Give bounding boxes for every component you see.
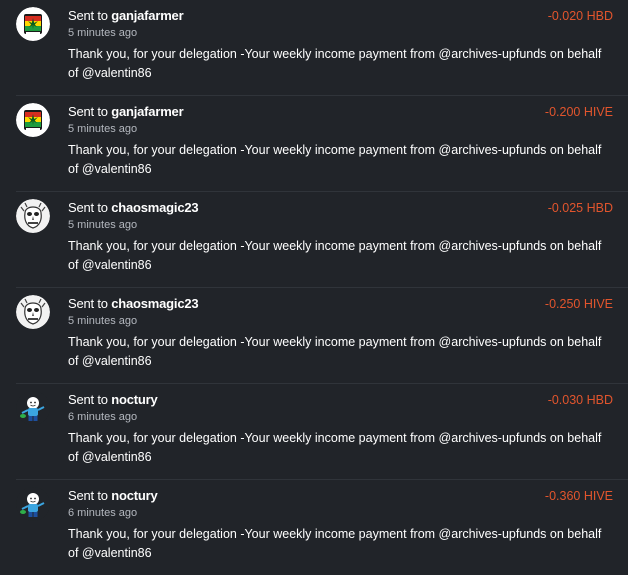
ganjafarmer-avatar[interactable] xyxy=(16,7,50,41)
recipient-link[interactable]: ganjafarmer xyxy=(111,104,183,119)
transaction-time: 6 minutes ago xyxy=(68,411,138,423)
recipient-link[interactable]: noctury xyxy=(111,488,157,503)
recipient-link[interactable]: chaosmagic23 xyxy=(111,296,198,311)
transaction-prefix: Sent to xyxy=(68,488,108,503)
transaction-amount: -0.200 HIVE xyxy=(544,105,613,119)
transaction-memo: Thank you, for your delegation -Your wee… xyxy=(68,527,602,560)
transaction-prefix: Sent to xyxy=(68,8,108,23)
transaction-title: Sent to ganjafarmer xyxy=(68,104,184,119)
noctury-avatar[interactable] xyxy=(16,391,50,425)
transaction-prefix: Sent to xyxy=(68,200,108,215)
transaction-list: Sent to ganjafarmer 5 minutes ago -0.020… xyxy=(0,0,628,575)
transaction-prefix: Sent to xyxy=(68,296,108,311)
recipient-link[interactable]: ganjafarmer xyxy=(111,8,183,23)
transaction-memo: Thank you, for your delegation -Your wee… xyxy=(68,431,602,464)
transaction-memo: Thank you, for your delegation -Your wee… xyxy=(68,47,602,80)
transaction-title: Sent to ganjafarmer xyxy=(68,8,184,23)
chaosmagic23-avatar[interactable] xyxy=(16,199,50,233)
transaction-title: Sent to chaosmagic23 xyxy=(68,296,199,311)
transaction-row: Sent to noctury 6 minutes ago -0.360 HIV… xyxy=(16,480,628,575)
recipient-link[interactable]: chaosmagic23 xyxy=(111,200,198,215)
transaction-time: 5 minutes ago xyxy=(68,27,138,39)
transaction-amount: -0.020 HBD xyxy=(547,9,613,23)
transaction-row: Sent to noctury 6 minutes ago -0.030 HBD… xyxy=(16,384,628,480)
transaction-row: Sent to ganjafarmer 5 minutes ago -0.200… xyxy=(16,96,628,192)
transaction-time: 5 minutes ago xyxy=(68,219,138,231)
chaosmagic23-avatar[interactable] xyxy=(16,295,50,329)
ganjafarmer-avatar[interactable] xyxy=(16,103,50,137)
transaction-prefix: Sent to xyxy=(68,104,108,119)
transaction-memo: Thank you, for your delegation -Your wee… xyxy=(68,239,602,272)
transaction-memo: Thank you, for your delegation -Your wee… xyxy=(68,143,602,176)
transaction-time: 6 minutes ago xyxy=(68,507,138,519)
transaction-prefix: Sent to xyxy=(68,392,108,407)
noctury-avatar[interactable] xyxy=(16,487,50,521)
transaction-row: Sent to chaosmagic23 5 minutes ago -0.25… xyxy=(16,288,628,384)
transaction-amount: -0.250 HIVE xyxy=(544,297,613,311)
transaction-title: Sent to noctury xyxy=(68,488,158,503)
recipient-link[interactable]: noctury xyxy=(111,392,157,407)
transaction-amount: -0.030 HBD xyxy=(547,393,613,407)
transaction-amount: -0.025 HBD xyxy=(547,201,613,215)
transaction-time: 5 minutes ago xyxy=(68,123,138,135)
transaction-title: Sent to noctury xyxy=(68,392,158,407)
transaction-title: Sent to chaosmagic23 xyxy=(68,200,199,215)
transaction-time: 5 minutes ago xyxy=(68,315,138,327)
transaction-memo: Thank you, for your delegation -Your wee… xyxy=(68,335,602,368)
transaction-amount: -0.360 HIVE xyxy=(544,489,613,503)
transaction-row: Sent to chaosmagic23 5 minutes ago -0.02… xyxy=(16,192,628,288)
transaction-row: Sent to ganjafarmer 5 minutes ago -0.020… xyxy=(16,0,628,96)
